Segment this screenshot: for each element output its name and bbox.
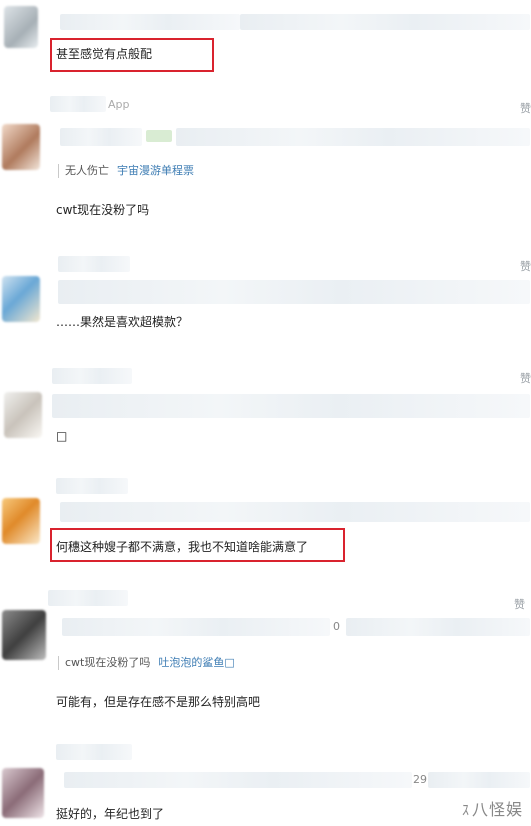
avatar[interactable] <box>2 610 46 660</box>
watermark-icon: ｽ <box>461 803 470 819</box>
avatar[interactable] <box>2 276 40 322</box>
watermark-logo: ｽ八怪娱 <box>462 796 523 820</box>
comment-text: cwt现在没粉了吗 <box>56 203 150 217</box>
avatar[interactable] <box>2 498 40 544</box>
source-label: App <box>108 98 130 111</box>
username-blurred[interactable] <box>58 256 130 272</box>
user-badge <box>146 130 172 142</box>
comment-text: ……果然是喜欢超模款？ <box>56 315 189 329</box>
username-blurred[interactable] <box>56 478 128 494</box>
like-label[interactable]: 赞 <box>520 258 531 274</box>
username-blurred[interactable] <box>48 590 128 606</box>
username-blurred[interactable] <box>56 744 132 760</box>
avatar[interactable] <box>4 6 38 48</box>
meta-blurred <box>60 502 530 522</box>
like-label[interactable]: 赞 <box>520 370 531 386</box>
meta-blurred <box>60 128 142 146</box>
meta-blurred <box>240 14 530 30</box>
meta-tail: 0 <box>333 620 340 633</box>
avatar[interactable] <box>4 392 42 438</box>
username-blurred[interactable] <box>50 96 106 112</box>
comment-text: 挺好的，年纪也到了 <box>56 807 165 821</box>
comment-text: □ <box>56 429 68 443</box>
meta-blurred <box>346 618 530 636</box>
meta-blurred <box>176 128 530 146</box>
meta-blurred <box>58 280 530 304</box>
username-blurred[interactable] <box>60 14 240 30</box>
username-blurred[interactable] <box>52 368 132 384</box>
comment-text: 可能有，但是存在感不是那么特别高吧 <box>56 695 261 709</box>
avatar[interactable] <box>2 768 44 818</box>
quote-link[interactable]: 宇宙漫游单程票 <box>117 164 194 177</box>
quoted-reply: cwt现在没粉了吗 吐泡泡的鲨鱼□ <box>58 656 235 670</box>
meta-blurred <box>64 772 412 788</box>
highlight-box <box>50 528 345 562</box>
like-label[interactable]: 赞 <box>520 100 531 116</box>
quote-link[interactable]: 吐泡泡的鲨鱼□ <box>158 656 234 669</box>
meta-blurred <box>428 772 530 788</box>
highlight-box <box>50 38 214 72</box>
meta-blurred <box>52 394 530 418</box>
quote-user: 无人伤亡 <box>65 164 109 177</box>
like-label[interactable]: 赞 <box>514 596 525 612</box>
watermark-text: 八怪娱 <box>471 800 523 819</box>
meta-blurred <box>62 618 330 636</box>
avatar[interactable] <box>2 124 40 170</box>
quoted-reply: 无人伤亡 宇宙漫游单程票 <box>58 164 194 178</box>
quote-user: cwt现在没粉了吗 <box>65 656 151 669</box>
meta-tail: 29 <box>413 773 427 786</box>
